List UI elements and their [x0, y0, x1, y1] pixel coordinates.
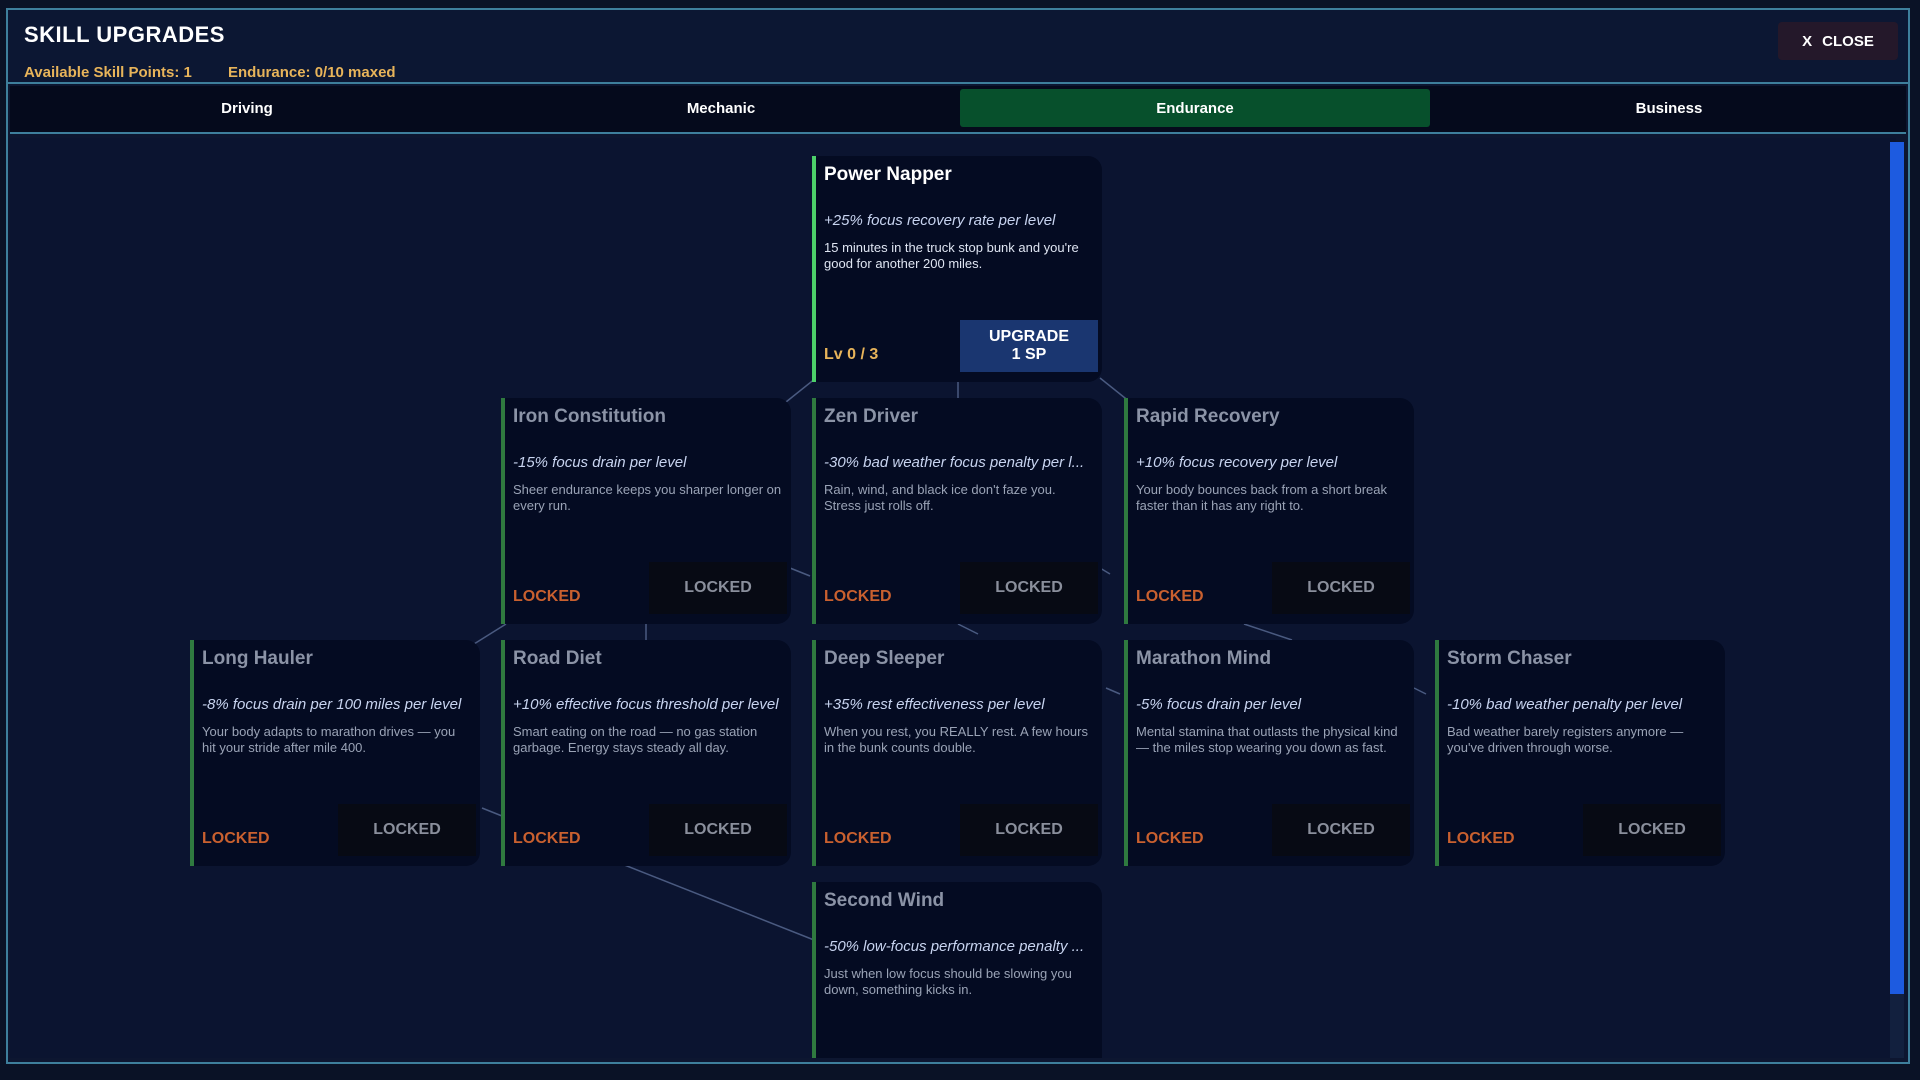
- available-skill-points: Available Skill Points: 1: [24, 64, 192, 81]
- skill-description: Just when low focus should be slowing yo…: [824, 966, 1072, 997]
- locked-button[interactable]: LOCKED: [960, 804, 1098, 856]
- locked-button[interactable]: LOCKED: [649, 562, 787, 614]
- skill-level: Lv 0 / 3: [824, 346, 879, 363]
- skill-effect: -10% bad weather penalty per level: [1447, 696, 1683, 713]
- connector-line: [1413, 687, 1427, 695]
- skill-card-storm-chaser[interactable]: Storm Chaser -10% bad weather penalty pe…: [1435, 640, 1725, 866]
- skill-description: Bad weather barely registers anymore — y…: [1447, 724, 1684, 755]
- skill-effect: -30% bad weather focus penalty per l...: [824, 454, 1085, 471]
- tab-mechanic[interactable]: Mechanic: [486, 89, 956, 127]
- skill-level: LOCKED: [1136, 830, 1204, 847]
- skill-name: Second Wind: [824, 890, 945, 911]
- skill-name: Power Napper: [824, 164, 952, 185]
- skill-level: LOCKED: [513, 588, 581, 605]
- skill-effect: -15% focus drain per level: [513, 454, 687, 471]
- locked-button[interactable]: LOCKED: [338, 804, 476, 856]
- connector-line: [957, 623, 979, 635]
- skill-description: Sheer endurance keeps you sharper longer…: [513, 482, 782, 513]
- connector-line: [789, 567, 811, 577]
- skill-card-road-diet[interactable]: Road Diet +10% effective focus threshold…: [501, 640, 791, 866]
- connector-line: [1105, 687, 1121, 695]
- skill-card-deep-sleeper[interactable]: Deep Sleeper +35% rest effectiveness per…: [812, 640, 1102, 866]
- locked-button[interactable]: LOCKED: [1272, 804, 1410, 856]
- skill-card-marathon-mind[interactable]: Marathon Mind -5% focus drain per level …: [1124, 640, 1414, 866]
- skill-card-zen-driver[interactable]: Zen Driver -30% bad weather focus penalt…: [812, 398, 1102, 624]
- skill-name: Deep Sleeper: [824, 648, 945, 669]
- skill-effect: +35% rest effectiveness per level: [824, 696, 1045, 713]
- skill-name: Long Hauler: [202, 648, 313, 669]
- scrollbar-thumb[interactable]: [1890, 142, 1904, 994]
- skill-card-long-hauler[interactable]: Long Hauler -8% focus drain per 100 mile…: [190, 640, 480, 866]
- skill-effect: +10% effective focus threshold per level: [513, 696, 779, 713]
- skill-effect: +10% focus recovery per level: [1136, 454, 1338, 471]
- skill-name: Road Diet: [513, 648, 602, 669]
- window-header: SKILL UPGRADES Available Skill Points: 1…: [8, 10, 1908, 84]
- skill-tree-area[interactable]: Power Napper +25% focus recovery rate pe…: [10, 138, 1896, 1058]
- skill-level: LOCKED: [202, 830, 270, 847]
- skill-description: Your body bounces back from a short brea…: [1136, 482, 1387, 513]
- skill-description: Your body adapts to marathon drives — yo…: [202, 724, 456, 755]
- skill-name: Rapid Recovery: [1136, 406, 1280, 427]
- tab-driving[interactable]: Driving: [12, 89, 482, 127]
- skill-name: Zen Driver: [824, 406, 918, 427]
- skill-effect: -8% focus drain per 100 miles per level: [202, 696, 462, 713]
- category-tabs: Driving Mechanic Endurance Business: [10, 86, 1906, 134]
- skill-description: Rain, wind, and black ice don't faze you…: [824, 482, 1056, 513]
- close-label: CLOSE: [1822, 32, 1874, 50]
- skill-effect: -50% low-focus performance penalty ...: [824, 938, 1085, 955]
- window-title: SKILL UPGRADES: [24, 22, 225, 47]
- tab-endurance[interactable]: Endurance: [960, 89, 1430, 127]
- skill-name: Iron Constitution: [513, 406, 667, 427]
- scrollbar-track[interactable]: [1890, 994, 1904, 1058]
- skill-card-rapid-recovery[interactable]: Rapid Recovery +10% focus recovery per l…: [1124, 398, 1414, 624]
- skill-level: LOCKED: [513, 830, 581, 847]
- skill-level: LOCKED: [824, 588, 892, 605]
- tree-status: Endurance: 0/10 maxed: [228, 64, 396, 81]
- skill-name: Marathon Mind: [1136, 648, 1272, 669]
- skill-card-power-napper[interactable]: Power Napper +25% focus recovery rate pe…: [812, 156, 1102, 382]
- skill-level: LOCKED: [1447, 830, 1515, 847]
- skill-card-second-wind[interactable]: Second Wind -50% low-focus performance p…: [812, 882, 1102, 1058]
- locked-button[interactable]: LOCKED: [960, 562, 1098, 614]
- skill-description: When you rest, you REALLY rest. A few ho…: [824, 724, 1088, 755]
- skill-description: 15 minutes in the truck stop bunk and yo…: [824, 240, 1079, 271]
- skill-description: Smart eating on the road — no gas statio…: [513, 724, 758, 755]
- connector-line: [621, 863, 815, 941]
- locked-button[interactable]: LOCKED: [649, 804, 787, 856]
- points-bar: Available Skill Points: 1 Endurance: 0/1…: [24, 64, 428, 81]
- close-icon: X: [1802, 32, 1813, 50]
- skill-description: Mental stamina that outlasts the physica…: [1136, 724, 1398, 755]
- upgrade-button[interactable]: UPGRADE 1 SP: [960, 320, 1098, 372]
- close-button[interactable]: X CLOSE: [1778, 22, 1898, 60]
- tab-business[interactable]: Business: [1434, 89, 1904, 127]
- skill-name: Storm Chaser: [1447, 648, 1572, 669]
- locked-button[interactable]: LOCKED: [1272, 562, 1410, 614]
- skill-card-iron-constitution[interactable]: Iron Constitution -15% focus drain per l…: [501, 398, 791, 624]
- skill-effect: +25% focus recovery rate per level: [824, 212, 1056, 229]
- skill-level: LOCKED: [824, 830, 892, 847]
- skill-level: LOCKED: [1136, 588, 1204, 605]
- skill-effect: -5% focus drain per level: [1136, 696, 1302, 713]
- connector-line: [1243, 623, 1293, 641]
- connector-line: [481, 807, 503, 817]
- locked-button[interactable]: LOCKED: [1583, 804, 1721, 856]
